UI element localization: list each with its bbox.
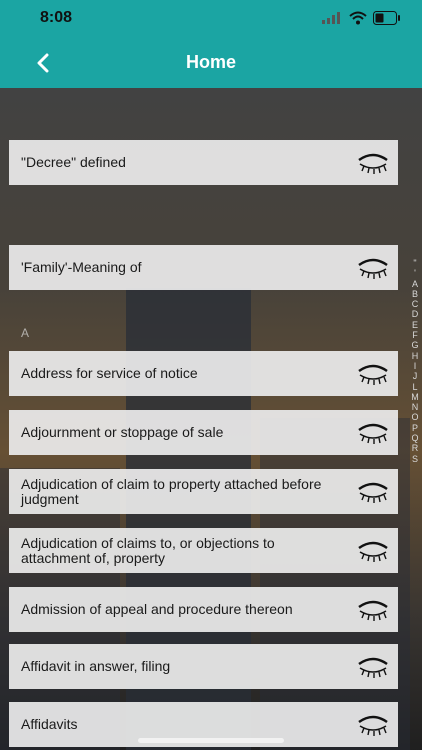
nav-bar: Home	[0, 38, 422, 88]
list-item[interactable]: Adjournment or stoppage of sale	[9, 410, 398, 455]
index-letter[interactable]: Q	[411, 433, 418, 443]
status-time: 8:08	[40, 9, 73, 26]
section-header: A	[21, 326, 30, 340]
page-title: Home	[185, 52, 236, 72]
list-item-label: Adjudication of claims to, or objections…	[21, 534, 275, 566]
eye-closed-icon[interactable]	[356, 540, 390, 562]
index-letter[interactable]: B	[412, 289, 418, 299]
index-letter[interactable]: R	[412, 443, 419, 453]
index-letter[interactable]: F	[412, 330, 418, 340]
list-item[interactable]: 'Family'-Meaning of	[9, 245, 398, 290]
index-letter[interactable]: D	[412, 309, 419, 319]
index-letter[interactable]: '	[414, 268, 416, 278]
signal-icon	[322, 12, 340, 24]
eye-closed-icon[interactable]	[356, 363, 390, 385]
index-letter[interactable]: E	[412, 320, 418, 330]
list-item-label: Admission of appeal and procedure thereo…	[21, 601, 293, 617]
index-letter[interactable]: G	[411, 340, 418, 350]
index-letter[interactable]: "	[413, 258, 416, 268]
index-letter[interactable]: S	[412, 454, 418, 464]
list-item[interactable]: Adjudication of claim to property attach…	[9, 469, 398, 514]
eye-closed-icon[interactable]	[356, 422, 390, 444]
eye-closed-icon[interactable]	[356, 481, 390, 503]
index-letter[interactable]: N	[412, 402, 419, 412]
list-item[interactable]: Address for service of notice	[9, 351, 398, 396]
eye-closed-icon[interactable]	[356, 152, 390, 174]
index-letter[interactable]: O	[411, 412, 418, 422]
list-item[interactable]: Adjudication of claims to, or objections…	[9, 528, 398, 573]
index-letter[interactable]: H	[412, 351, 419, 361]
index-letter[interactable]: P	[412, 423, 418, 433]
list-item-label: Adjudication of claim to property attach…	[21, 475, 322, 507]
list-item-label: Affidavit in answer, filing	[21, 658, 171, 674]
eye-closed-icon[interactable]	[356, 714, 390, 736]
eye-closed-icon[interactable]	[356, 599, 390, 621]
list-item[interactable]: Admission of appeal and procedure thereo…	[9, 587, 398, 632]
index-letter[interactable]: A	[412, 279, 418, 289]
index-letter[interactable]: C	[412, 299, 419, 309]
wifi-icon	[349, 11, 367, 25]
index-letter[interactable]: I	[414, 361, 417, 371]
list-item-label: Address for service of notice	[21, 365, 198, 381]
index-letter[interactable]: J	[413, 371, 418, 381]
eye-closed-icon[interactable]	[356, 656, 390, 678]
eye-closed-icon[interactable]	[356, 257, 390, 279]
status-bar: 8:08	[0, 0, 422, 38]
list-item-label: "Decree" defined	[21, 154, 126, 170]
section-index[interactable]: " ' A B C D E F G H I J L M N O P Q R S	[409, 258, 421, 464]
list-item-label: Adjournment or stoppage of sale	[21, 424, 224, 440]
list-item-label: 'Family'-Meaning of	[21, 259, 142, 275]
home-indicator[interactable]	[138, 738, 284, 743]
index-letter[interactable]: L	[412, 382, 417, 392]
battery-icon	[373, 11, 400, 25]
index-letter[interactable]: M	[411, 392, 419, 402]
list-item-label: Affidavits	[21, 716, 78, 732]
list-item[interactable]: Affidavit in answer, filing	[9, 644, 398, 689]
list-item[interactable]: "Decree" defined	[9, 140, 398, 185]
